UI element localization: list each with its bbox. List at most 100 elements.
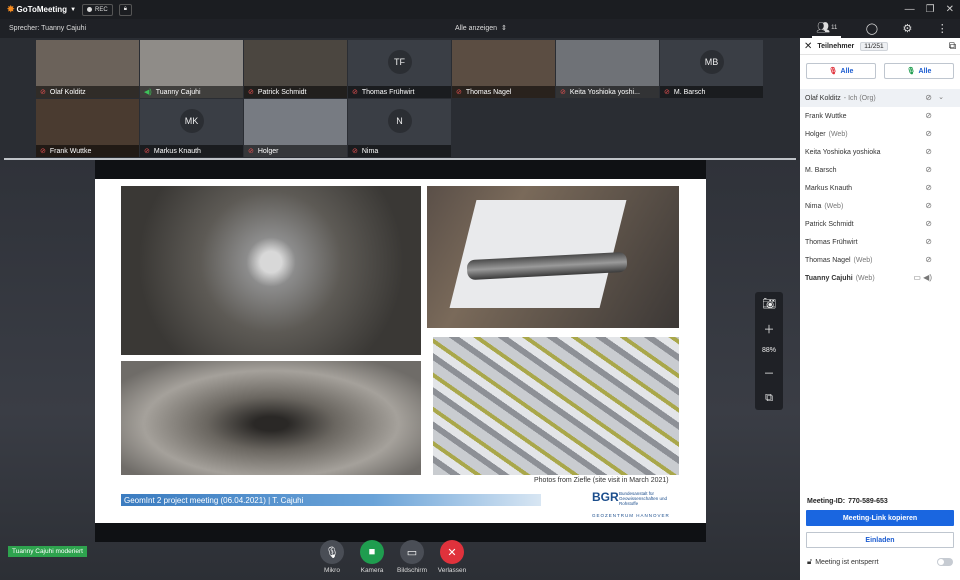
video-tile[interactable]: ⊘ Frank Wuttke: [36, 99, 139, 157]
tile-name: Thomas Nagel: [465, 88, 512, 96]
participant-row[interactable]: M. Barsch ⊘: [800, 161, 960, 179]
mic-off-icon[interactable]: ⊘: [925, 93, 932, 102]
mikro-control[interactable]: 🎙︎ Mikro: [318, 540, 346, 578]
participant-tag: (Web): [824, 202, 844, 210]
mic-off-icon[interactable]: ⊘: [925, 183, 932, 192]
mic-off-icon: ⊘: [352, 89, 358, 96]
presenting-icon[interactable]: ▭ ◀): [913, 273, 932, 282]
mic-off-icon[interactable]: ⊘: [925, 111, 932, 120]
screen-share-off-icon[interactable]: ▭: [400, 540, 424, 564]
participants-panel: ✕ Teilnehmer 11/251 ⧉ 🎙︎ Alle 🎙︎ Alle Olaf…: [800, 38, 960, 580]
leave-icon[interactable]: ✕: [440, 540, 464, 564]
video-tile[interactable]: ⊘ Keita Yoshioka yoshi...: [556, 40, 659, 98]
participant-row[interactable]: Frank Wuttke ⊘: [800, 107, 960, 125]
video-tile[interactable]: MB ⊘ M. Barsch: [660, 40, 763, 98]
mic-off-icon[interactable]: ⊘: [925, 147, 932, 156]
mute-controls: 🎙︎ Alle 🎙︎ Alle: [800, 55, 960, 85]
tile-name: Holger: [257, 147, 279, 155]
participant-row[interactable]: Thomas Frühwirt ⊘: [800, 233, 960, 251]
more-icon[interactable]: ⋮: [937, 22, 948, 35]
participant-name: Holger: [805, 130, 826, 138]
window-controls: — ❐ ✕: [905, 0, 954, 19]
bgr-logo-text: Bundesanstalt für Geowissenschaften und …: [619, 491, 668, 506]
people-icon: 👥︎: [816, 22, 831, 34]
participant-name: Markus Knauth: [805, 184, 853, 192]
kamera-control[interactable]: ■ Kamera: [358, 540, 386, 578]
panel-title: Teilnehmer: [817, 42, 855, 50]
participant-row[interactable]: Patrick Schmidt ⊘: [800, 215, 960, 233]
verlassen-control[interactable]: ✕ Verlassen: [438, 540, 466, 578]
avatar: N: [387, 109, 412, 133]
minimize-icon[interactable]: —: [905, 4, 915, 15]
gotomeeting-logo-icon: ✸: [7, 4, 15, 14]
participant-row[interactable]: Keita Yoshioka yoshioka ⊘: [800, 143, 960, 161]
participant-name: Olaf Kolditz: [805, 94, 841, 102]
video-tile[interactable]: ◀) Tuanny Cajuhi: [140, 40, 243, 98]
chevron-down-icon: ▼: [70, 6, 77, 13]
chevron-down-icon[interactable]: ⌄: [938, 93, 944, 101]
mic-off-icon[interactable]: 🎙︎: [320, 540, 344, 564]
participant-name: M. Barsch: [805, 166, 837, 174]
mic-off-icon: ⊘: [40, 89, 46, 96]
participant-row[interactable]: Holger (Web) ⊘: [800, 125, 960, 143]
gear-icon[interactable]: ⚙: [902, 22, 912, 35]
screenshot-icon[interactable]: 📷︎: [762, 297, 776, 310]
video-tile[interactable]: ⊘ Thomas Nagel: [452, 40, 555, 98]
geozentrum-text: GEOZENTRUM HANNOVER: [592, 513, 670, 518]
unmute-all-button[interactable]: 🎙︎ Alle: [884, 63, 954, 79]
mic-off-icon[interactable]: ⊘: [925, 165, 932, 174]
unlock-icon: 🔓︎: [807, 557, 813, 566]
current-speaker: Sprecher: Tuanny Cajuhi: [9, 25, 87, 32]
participant-name: Keita Yoshioka yoshioka: [805, 148, 881, 156]
tile-label: ⊘ Thomas Nagel: [452, 86, 555, 98]
video-tile[interactable]: ⊘ Patrick Schmidt: [244, 40, 347, 98]
meeting-lock-row: 🔓︎ Meeting ist entsperrt: [807, 556, 953, 568]
video-tile[interactable]: ⊘ Holger: [244, 99, 347, 157]
mic-off-icon[interactable]: ⊘: [925, 201, 932, 210]
mic-off-icon[interactable]: ⊘: [925, 129, 932, 138]
video-tile[interactable]: ⊘ Olaf Kolditz: [36, 40, 139, 98]
chat-icon[interactable]: ◯: [866, 22, 878, 35]
zoom-in-icon[interactable]: ＋: [764, 321, 775, 337]
mic-off-icon[interactable]: ⊘: [925, 237, 932, 246]
record-button[interactable]: REC: [82, 3, 113, 16]
invite-button[interactable]: Einladen: [806, 532, 954, 548]
restore-icon[interactable]: ❐: [926, 4, 935, 15]
participant-row[interactable]: Nima (Web) ⊘: [800, 197, 960, 215]
mic-off-icon[interactable]: ⊘: [925, 255, 932, 264]
mic-off-icon: ⊘: [248, 148, 254, 155]
meeting-id: Meeting-ID: 770-589-653: [807, 498, 888, 505]
mic-off-icon: ⊘: [144, 148, 150, 155]
tile-name: Nima: [361, 147, 379, 155]
video-tile[interactable]: N ⊘ Nima: [348, 99, 451, 157]
view-select[interactable]: Alle anzeigen ⇕: [455, 24, 507, 32]
video-tile[interactable]: TF ⊘ Thomas Frühwirt: [348, 40, 451, 98]
avatar: MB: [699, 50, 724, 74]
tile-label: ⊘ Frank Wuttke: [36, 145, 139, 157]
pop-out-panel-icon[interactable]: ⧉: [949, 41, 956, 52]
participant-name: Patrick Schmidt: [805, 220, 854, 228]
participant-row[interactable]: Olaf Kolditz - Ich (Org) ⊘ ⌄: [800, 89, 960, 107]
participant-tag: (Web): [853, 256, 873, 264]
participant-row[interactable]: Thomas Nagel (Web) ⊘: [800, 251, 960, 269]
close-panel-icon[interactable]: ✕: [804, 41, 812, 52]
camera-icon[interactable]: ■: [360, 540, 384, 564]
pop-out-icon[interactable]: ⧉: [765, 392, 773, 405]
mic-off-icon[interactable]: ⊘: [925, 219, 932, 228]
mic-off-icon: 🎙︎: [828, 68, 838, 75]
mute-all-label: Alle: [840, 67, 854, 75]
bildschirm-control[interactable]: ▭ Bildschirm: [397, 540, 427, 578]
video-tile[interactable]: MK ⊘ Markus Knauth: [140, 99, 243, 157]
mute-all-button[interactable]: 🎙︎ Alle: [806, 63, 876, 79]
zoom-out-icon[interactable]: －: [764, 365, 775, 381]
participant-row[interactable]: Tuanny Cajuhi (Web) ▭ ◀): [800, 269, 960, 287]
app-menu[interactable]: ✸ GoToMeeting ▼: [7, 4, 76, 15]
lock-toggle[interactable]: [937, 558, 953, 566]
lock-button[interactable]: 🔒︎: [118, 3, 132, 16]
mic-off-icon: ⊘: [456, 89, 462, 96]
participant-tag: (Web): [828, 130, 848, 138]
copy-link-button[interactable]: Meeting-Link kopieren: [806, 510, 954, 526]
participants-tab[interactable]: 👥︎ 11: [812, 19, 842, 38]
participant-row[interactable]: Markus Knauth ⊘: [800, 179, 960, 197]
close-icon[interactable]: ✕: [946, 4, 954, 15]
